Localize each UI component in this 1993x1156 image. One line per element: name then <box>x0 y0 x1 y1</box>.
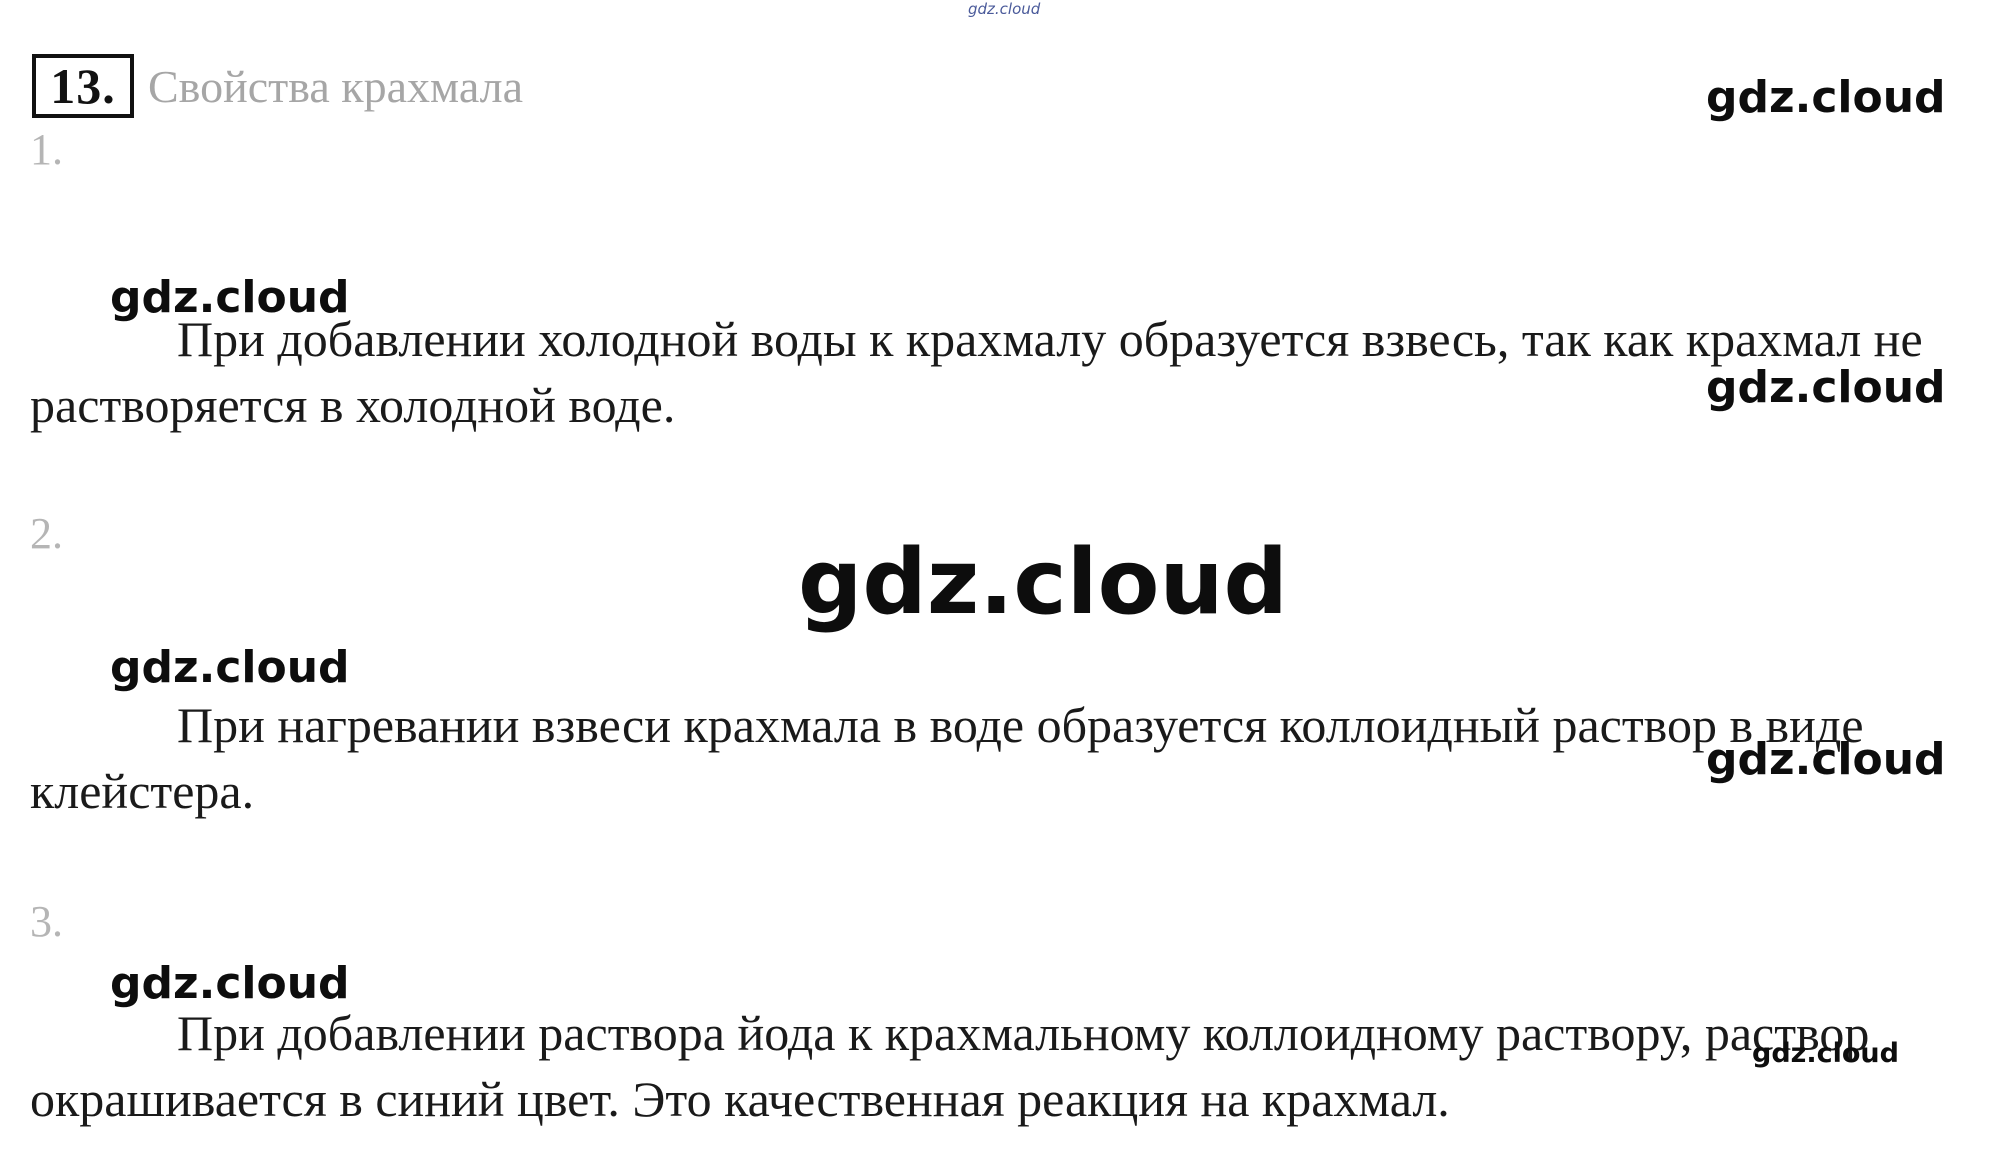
item-3-text: При добавлении раствора йода к крахмальн… <box>30 1005 1870 1127</box>
item-1-number: 1. <box>30 125 63 174</box>
task-header: 13. Свойства крахмала <box>32 54 523 118</box>
watermark-right-4: gdz.cloud <box>1752 1038 1899 1069</box>
worksheet-page: gdz.cloud 13. Свойства крахмала gdz.clou… <box>0 0 1993 1156</box>
watermark-right-1: gdz.cloud <box>1706 72 1946 123</box>
item-2-number: 2. <box>30 509 63 558</box>
watermark-top: gdz.cloud <box>968 0 1041 18</box>
item-2-text: При нагревании взвеси крахмала в воде об… <box>30 697 1864 819</box>
watermark-left-2: gdz.cloud <box>110 642 350 693</box>
watermark-right-3: gdz.cloud <box>1706 734 1946 785</box>
watermark-center: gdz.cloud <box>798 530 1288 635</box>
item-1-text: При добавлении холодной воды к крахмалу … <box>30 311 1923 433</box>
task-title: Свойства крахмала <box>148 60 524 112</box>
watermark-right-2: gdz.cloud <box>1706 362 1946 413</box>
task-number-box: 13. <box>32 54 134 118</box>
item-3-number: 3. <box>30 897 63 946</box>
